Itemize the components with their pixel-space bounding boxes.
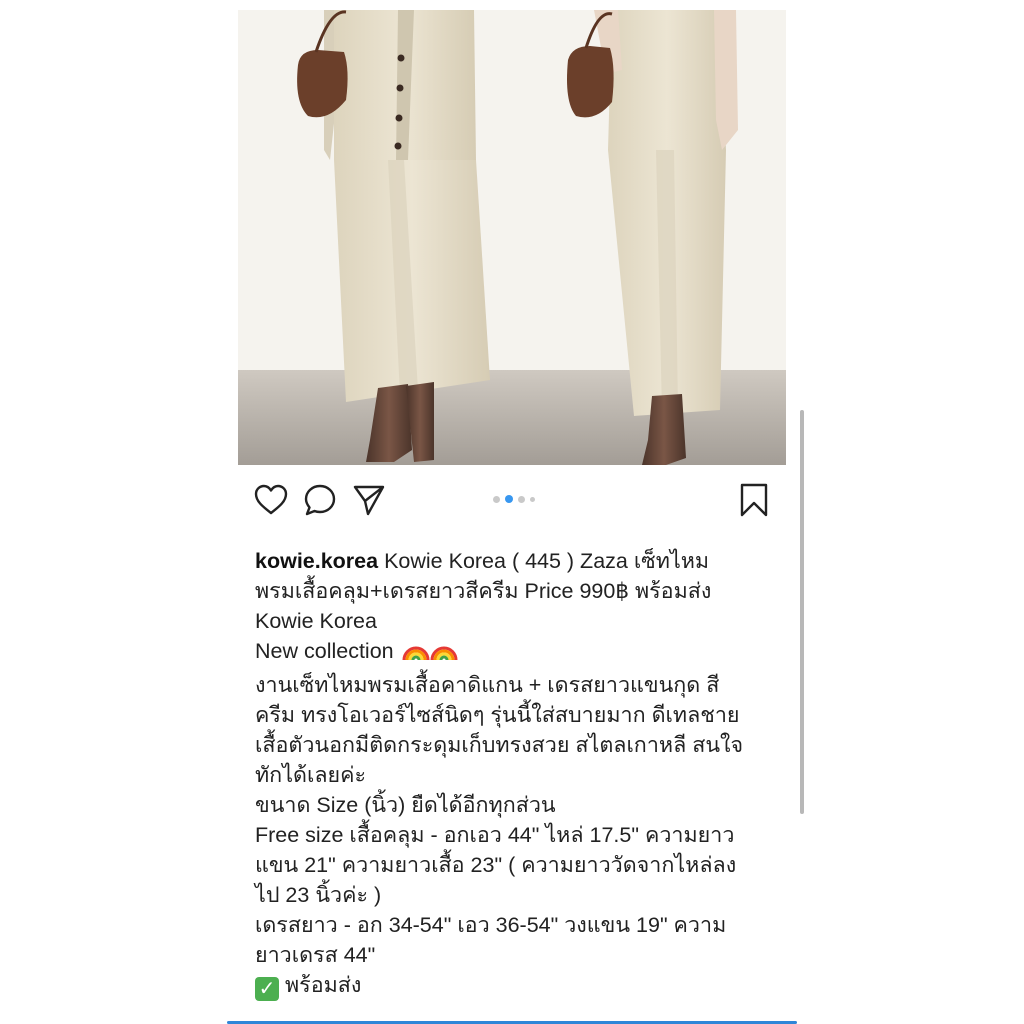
right-margin — [808, 0, 1024, 1024]
product-photo-illustration — [238, 10, 786, 465]
bookmark-icon[interactable] — [734, 480, 774, 520]
carousel-indicator — [493, 494, 535, 504]
rainbow-icon — [400, 636, 458, 670]
caption-text: พรมเสื้อคลุม+เดรสยาวสีครีม Price 990฿ พร… — [255, 579, 712, 603]
carousel-dot — [493, 495, 500, 503]
carousel-dot — [518, 495, 525, 503]
carousel-dot-active — [505, 495, 513, 503]
caption-text: ครีม ทรงโอเวอร์ไซส์นิดๆ รุ่นนี้ใส่สบายมา… — [255, 703, 740, 727]
caption-text: เสื้อตัวนอกมีติดกระดุมเก็บทรงสวย สไตลเกา… — [255, 733, 744, 757]
comment-icon[interactable] — [300, 480, 340, 520]
check-mark-icon: ✓ — [255, 977, 279, 1001]
caption-text: พร้อมส่ง — [285, 973, 362, 997]
username-link[interactable]: kowie.korea — [255, 549, 378, 573]
caption-text: Free size เสื้อคลุม - อกเอว 44" ไหล่ 17.… — [255, 823, 735, 847]
caption-text: ทักได้เลยค่ะ — [255, 763, 367, 787]
caption-text: Kowie Korea ( 445 ) Zaza เซ็ทไหม — [378, 549, 710, 573]
post-photo[interactable] — [238, 10, 786, 465]
send-icon[interactable] — [349, 480, 389, 520]
caption-text: เดรสยาว - อก 34-54" เอว 36-54" วงแขน 19"… — [255, 913, 727, 937]
heart-icon[interactable] — [251, 480, 291, 520]
caption-text: แขน 21" ความยาวเสื้อ 23" ( ความยาววัดจาก… — [255, 853, 737, 877]
caption-text: ไป 23 นิ้วค่ะ ) — [255, 883, 382, 907]
left-margin — [0, 0, 217, 1024]
caption-text: ขนาด Size (นิ้ว) ยืดได้อีกทุกส่วน — [255, 793, 556, 817]
caption-text: งานเซ็ทไหมพรมเสื้อคาดิแกน + เดรสยาวแขนกุ… — [255, 673, 720, 697]
carousel-dot — [530, 496, 535, 502]
caption-text: New collection — [255, 639, 400, 663]
scrollbar[interactable] — [800, 410, 804, 814]
post-container: kowie.korea Kowie Korea ( 445 ) Zaza เซ็… — [217, 0, 808, 1024]
caption-text: ยาวเดรส 44" — [255, 943, 376, 967]
post-caption: kowie.korea Kowie Korea ( 445 ) Zaza เซ็… — [255, 546, 783, 1001]
caption-text: Kowie Korea — [255, 609, 377, 633]
